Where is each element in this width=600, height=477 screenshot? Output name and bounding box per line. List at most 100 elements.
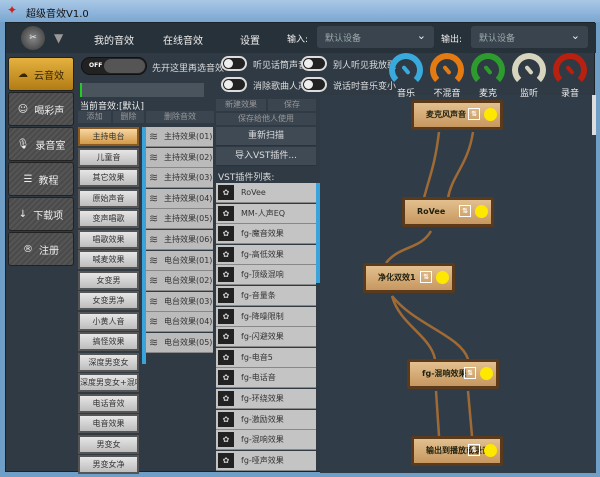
- effect-node[interactable]: RoVee ⇅: [402, 197, 494, 227]
- vst-plugin-item[interactable]: ✿ fg-高低效果: [216, 244, 316, 265]
- output-device-select[interactable]: 默认设备 ⌄: [471, 26, 588, 48]
- settings-sliders-icon[interactable]: ⇅: [420, 271, 432, 283]
- knob-4[interactable]: [553, 53, 587, 87]
- effect-chain-canvas[interactable]: 麦克风声音 ⇅ RoVee ⇅ 净化双效1 ⇅ fg-混响效果 ⇅ 输出到播放或录音 ⇅: [320, 95, 596, 473]
- category-item[interactable]: 女变男: [78, 270, 139, 290]
- plugin-icon: ✿: [218, 432, 234, 448]
- effect-item[interactable]: 电台效果(02): [146, 271, 213, 292]
- vst-plugin-item[interactable]: ✿ fg-降噪限制: [216, 306, 316, 327]
- input-device-select[interactable]: 默认设备 ⌄: [317, 26, 434, 48]
- option-toggle[interactable]: [301, 77, 327, 92]
- delete-effect-button[interactable]: 删除音效: [146, 111, 214, 123]
- menu-logo-icon[interactable]: ✂: [21, 26, 45, 50]
- category-item[interactable]: 变声唱歌: [78, 209, 139, 228]
- vst-plugin-item[interactable]: ✿ fg-混响效果: [216, 430, 316, 451]
- category-item[interactable]: 搞怪效果: [78, 332, 139, 351]
- sidebar-item[interactable]: ☺ 喝彩声: [8, 92, 74, 126]
- knob-2[interactable]: [471, 53, 505, 87]
- tab-settings[interactable]: 设置: [240, 32, 260, 47]
- status-dot-icon[interactable]: [480, 367, 493, 380]
- effect-item[interactable]: 主持效果(04): [146, 188, 213, 209]
- sidebar-item[interactable]: ↓ 下载项: [8, 197, 74, 231]
- tab-my-effects[interactable]: 我的音效: [94, 32, 134, 47]
- delete-button[interactable]: 删除: [113, 111, 144, 123]
- sidebar-item[interactable]: ® 注册: [8, 232, 74, 266]
- category-item[interactable]: 小黄人音: [78, 311, 139, 331]
- effect-item[interactable]: 电台效果(04): [146, 312, 213, 333]
- canvas-scrollbar[interactable]: [592, 95, 596, 135]
- effect-node[interactable]: fg-混响效果 ⇅: [407, 359, 499, 389]
- knob-0[interactable]: [389, 53, 423, 87]
- output-device-value: 默认设备: [479, 34, 516, 44]
- plugin-icon: ✿: [218, 308, 234, 324]
- effect-item[interactable]: 主持效果(01): [146, 127, 213, 147]
- plugin-icon: ✿: [218, 411, 234, 427]
- main-toggle[interactable]: OFF: [81, 57, 147, 75]
- status-dot-icon[interactable]: [475, 205, 488, 218]
- settings-sliders-icon[interactable]: ⇅: [464, 367, 476, 379]
- category-item[interactable]: 唱歌效果: [78, 229, 139, 249]
- category-item[interactable]: 原始声音: [78, 188, 139, 208]
- option-toggle[interactable]: [221, 77, 247, 92]
- effect-item[interactable]: 主持效果(05): [146, 209, 213, 230]
- add-button[interactable]: 添加: [78, 111, 111, 123]
- status-dot-icon[interactable]: [484, 444, 497, 457]
- vst-plugin-item[interactable]: ✿ fg-电话音: [216, 368, 316, 389]
- plugin-icon: ✿: [218, 329, 234, 345]
- save-button[interactable]: 保存: [268, 99, 316, 111]
- vst-plugin-item[interactable]: ✿ fg-哑声效果: [216, 450, 316, 471]
- vst-plugin-item[interactable]: ✿ fg-电音5: [216, 347, 316, 368]
- import-vst-button[interactable]: 导入VST插件...: [216, 147, 316, 166]
- effect-item[interactable]: 电台效果(01): [146, 250, 213, 271]
- effect-item[interactable]: 主持效果(06): [146, 230, 213, 250]
- sidebar-icon: ☁: [18, 68, 28, 80]
- effect-node[interactable]: 净化双效1 ⇅: [363, 263, 455, 293]
- category-item[interactable]: 其它效果: [78, 168, 139, 187]
- tab-online-effects[interactable]: 在线音效: [163, 32, 203, 47]
- knob-3[interactable]: [512, 53, 546, 87]
- category-item[interactable]: 深度男变女: [78, 352, 139, 372]
- option-toggle[interactable]: [221, 56, 247, 71]
- knob-1[interactable]: [430, 53, 464, 87]
- effect-item[interactable]: 主持效果(03): [146, 168, 213, 189]
- sidebar-icon: 🎙: [16, 138, 30, 150]
- vst-plugin-item[interactable]: ✿ MM-人声EQ: [216, 203, 316, 224]
- sidebar-item[interactable]: ☁ 云音效: [8, 57, 74, 91]
- settings-sliders-icon[interactable]: ⇅: [459, 205, 471, 217]
- vst-plugin-item[interactable]: ✿ fg-音量条: [216, 286, 316, 306]
- category-item[interactable]: 儿童音: [78, 147, 139, 167]
- category-item[interactable]: 深度男变女+混响: [78, 373, 139, 392]
- vst-plugin-item[interactable]: ✿ fg-闪避效果: [216, 327, 316, 348]
- effect-item[interactable]: 主持效果(02): [146, 147, 213, 168]
- category-item[interactable]: 喊麦效果: [78, 250, 139, 269]
- effect-item[interactable]: 电台效果(03): [146, 291, 213, 312]
- category-item[interactable]: 女变男净: [78, 291, 139, 310]
- category-item[interactable]: 电音效果: [78, 414, 139, 433]
- sidebar-item[interactable]: 🎙 录音室: [8, 127, 74, 161]
- status-dot-icon[interactable]: [436, 271, 449, 284]
- rescan-button[interactable]: 重新扫描: [216, 127, 316, 146]
- effect-node[interactable]: 输出到播放或录音 ⇅: [411, 436, 503, 466]
- category-item[interactable]: 男变女净: [78, 455, 139, 474]
- plugin-icon: ✿: [218, 185, 234, 200]
- vst-plugin-item[interactable]: ✿ fg-环绕效果: [216, 389, 316, 409]
- vst-plugin-item[interactable]: ✿ fg-顶级混响: [216, 265, 316, 286]
- dropdown-triangle-icon[interactable]: ▼: [54, 31, 63, 45]
- effect-node[interactable]: 麦克风声音 ⇅: [411, 100, 503, 130]
- sidebar-item-label: 注册: [39, 245, 59, 257]
- status-dot-icon[interactable]: [484, 108, 497, 121]
- category-item[interactable]: 电话音效: [78, 393, 139, 413]
- effect-item[interactable]: 电台效果(05): [146, 333, 213, 353]
- option-toggle[interactable]: [301, 56, 327, 71]
- vst-plugin-item[interactable]: ✿ fg-魔音效果: [216, 224, 316, 245]
- save-share-button[interactable]: 保存给他人使用: [216, 113, 316, 125]
- vst-plugin-item[interactable]: ✿ fg-激励效果: [216, 409, 316, 430]
- window-title: 超级音效V1.0: [26, 9, 89, 20]
- sidebar-item[interactable]: ☰ 教程: [8, 162, 74, 196]
- category-item[interactable]: 主持电台: [78, 127, 139, 146]
- category-item[interactable]: 男变女: [78, 434, 139, 454]
- vst-plugin-item[interactable]: ✿ RoVee: [216, 183, 316, 203]
- settings-sliders-icon[interactable]: ⇅: [468, 444, 480, 456]
- settings-sliders-icon[interactable]: ⇅: [468, 108, 480, 120]
- new-effect-button[interactable]: 新建效果: [216, 99, 266, 111]
